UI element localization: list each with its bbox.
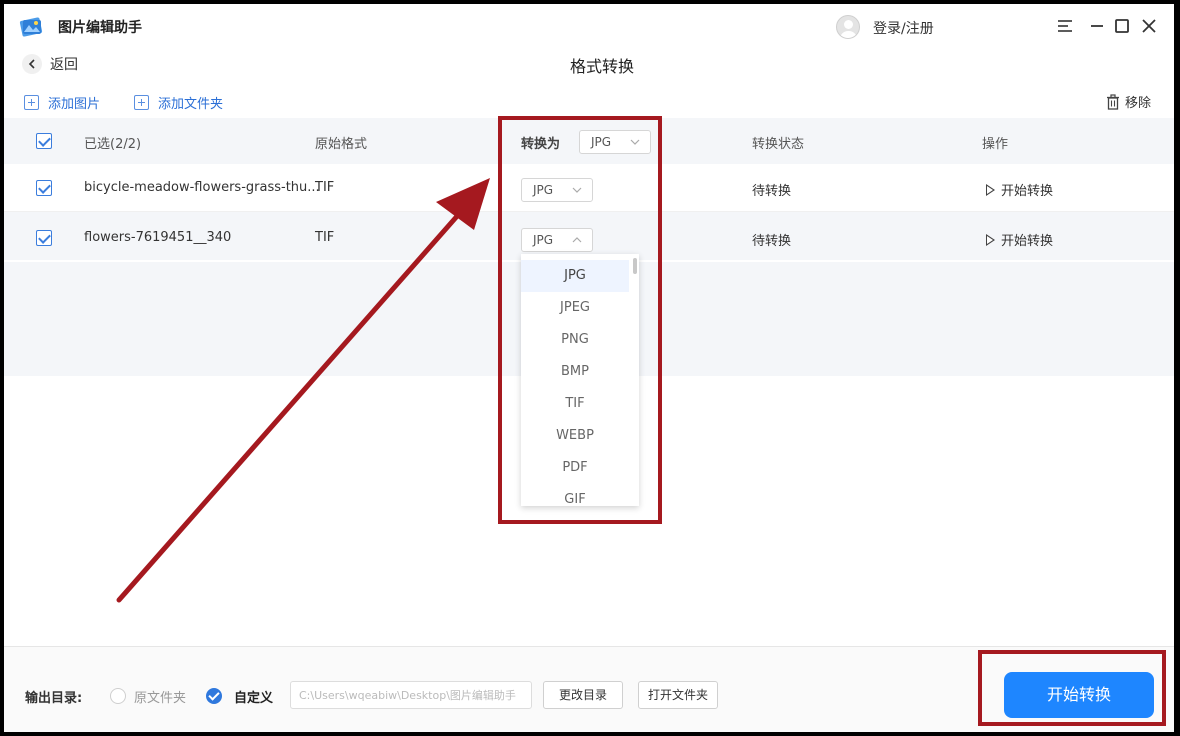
add-folder-button[interactable]: 添加文件夹 <box>134 92 223 112</box>
dropdown-scrollbar[interactable] <box>633 258 637 274</box>
format-option-webp[interactable]: WEBP <box>521 420 629 452</box>
format-option-png[interactable]: PNG <box>521 324 629 356</box>
table-row: flowers-7619451__340 TIF JPG 待转换 开始转换 <box>4 212 1174 260</box>
row-checkbox[interactable] <box>36 180 52 196</box>
table-header: 已选(2/2) 原始格式 转换为 JPG 转换状态 操作 <box>4 118 1174 164</box>
header-status: 转换状态 <box>752 137 805 152</box>
add-image-label: 添加图片 <box>48 96 101 112</box>
output-dir-label: 输出目录: <box>25 691 83 706</box>
output-path-input[interactable] <box>290 681 532 709</box>
target-format-value: JPG <box>533 233 554 247</box>
add-icon <box>24 94 39 110</box>
target-format-value: JPG <box>533 183 554 197</box>
radio-custom[interactable] <box>206 688 222 704</box>
format-option-tif[interactable]: TIF <box>521 388 629 420</box>
original-folder-label: 原文件夹 <box>134 691 187 706</box>
remove-label: 移除 <box>1125 96 1152 111</box>
minimize-icon[interactable] <box>1087 16 1107 36</box>
header-actions: 操作 <box>982 137 1009 152</box>
chevron-down-icon <box>630 139 640 145</box>
start-convert-label: 开始转换 <box>1001 234 1054 249</box>
original-format: TIF <box>315 180 335 195</box>
close-icon[interactable] <box>1139 16 1159 36</box>
header-original-format: 原始格式 <box>315 137 368 152</box>
user-avatar[interactable] <box>836 15 860 39</box>
title-bar: 图片编辑助手 登录/注册 <box>4 4 1174 48</box>
app-logo-icon <box>19 17 43 37</box>
row-checkbox[interactable] <box>36 230 52 246</box>
app-title: 图片编辑助手 <box>58 20 142 36</box>
add-icon <box>134 94 149 110</box>
start-convert-label: 开始转换 <box>1001 184 1054 199</box>
convert-status: 待转换 <box>752 234 792 249</box>
bottom-bar: 输出目录: 原文件夹 自定义 更改目录 打开文件夹 开始转换 <box>4 646 1174 732</box>
open-folder-button[interactable]: 打开文件夹 <box>638 681 718 709</box>
maximize-icon[interactable] <box>1112 16 1132 36</box>
format-option-bmp[interactable]: BMP <box>521 356 629 388</box>
format-dropdown: JPG JPEG PNG BMP TIF WEBP PDF GIF <box>521 254 639 506</box>
start-convert-link[interactable]: 开始转换 <box>986 230 1053 249</box>
chevron-down-icon <box>572 187 582 193</box>
chevron-up-icon <box>572 237 582 243</box>
select-all-checkbox[interactable] <box>36 133 52 149</box>
table-row: bicycle-meadow-flowers-grass-thu... TIF … <box>4 164 1174 212</box>
file-name: flowers-7619451__340 <box>84 230 232 245</box>
radio-original-folder[interactable] <box>110 688 126 704</box>
convert-all-select[interactable]: JPG <box>579 130 651 154</box>
format-option-jpg[interactable]: JPG <box>521 260 629 292</box>
play-icon <box>986 233 995 246</box>
page-title: 格式转换 <box>569 57 634 76</box>
custom-label: 自定义 <box>234 691 274 706</box>
header-selected: 已选(2/2) <box>84 137 142 152</box>
menu-icon[interactable] <box>1055 16 1075 36</box>
format-option-jpeg[interactable]: JPEG <box>521 292 629 324</box>
format-option-gif[interactable]: GIF <box>521 484 629 506</box>
start-all-button[interactable]: 开始转换 <box>1004 672 1154 718</box>
format-option-pdf[interactable]: PDF <box>521 452 629 484</box>
add-folder-label: 添加文件夹 <box>158 96 224 112</box>
play-icon <box>986 183 995 196</box>
target-format-select[interactable]: JPG <box>521 228 593 252</box>
header-convert-to: 转换为 <box>521 137 561 152</box>
app-window: 图片编辑助手 登录/注册 返回 格式转换 添加图片 添加文件夹 移除 已选(2/… <box>4 4 1174 732</box>
convert-status: 待转换 <box>752 184 792 199</box>
convert-all-value: JPG <box>591 135 612 149</box>
add-image-button[interactable]: 添加图片 <box>24 92 100 112</box>
change-dir-button[interactable]: 更改目录 <box>543 681 623 709</box>
file-name: bicycle-meadow-flowers-grass-thu... <box>84 180 320 195</box>
target-format-select[interactable]: JPG <box>521 178 593 202</box>
login-register-link[interactable]: 登录/注册 <box>873 18 934 38</box>
start-convert-link[interactable]: 开始转换 <box>986 180 1053 199</box>
remove-button[interactable]: 移除 <box>1105 92 1151 111</box>
trash-icon <box>1107 93 1119 110</box>
original-format: TIF <box>315 230 335 245</box>
